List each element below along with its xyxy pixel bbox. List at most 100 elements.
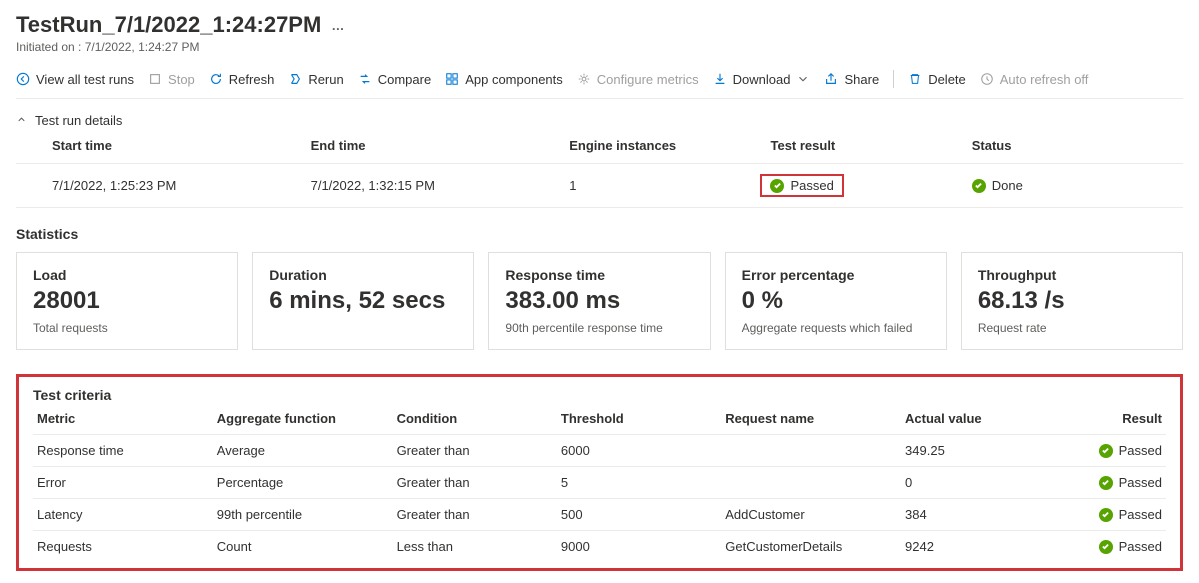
criteria-threshold: 5 (561, 475, 715, 490)
compare-button[interactable]: Compare (358, 72, 431, 87)
criteria-condition: Less than (397, 539, 551, 554)
stat-value: 0 % (742, 287, 930, 315)
check-circle-icon (1099, 476, 1113, 490)
criteria-condition: Greater than (397, 475, 551, 490)
toolbar-divider (893, 70, 894, 88)
cell-start-time: 7/1/2022, 1:25:23 PM (52, 174, 301, 197)
gear-icon (577, 72, 591, 86)
check-circle-icon (972, 179, 986, 193)
auto-refresh-button: Auto refresh off (980, 72, 1089, 87)
criteria-header-threshold: Threshold (561, 411, 715, 426)
criteria-threshold: 500 (561, 507, 715, 522)
criteria-header-row: Metric Aggregate function Condition Thre… (33, 403, 1166, 435)
criteria-threshold: 9000 (561, 539, 715, 554)
refresh-button[interactable]: Refresh (209, 72, 275, 87)
test-run-details-section: Test run details Start time End time Eng… (16, 113, 1183, 208)
criteria-request-name (725, 443, 895, 458)
criteria-aggregate: 99th percentile (217, 507, 387, 522)
check-circle-icon (1099, 508, 1113, 522)
rerun-button[interactable]: Rerun (288, 72, 343, 87)
criteria-metric: Requests (37, 539, 207, 554)
header-status: Status (972, 138, 1163, 153)
cell-test-result: Passed (760, 174, 843, 197)
details-header-row: Start time End time Engine instances Tes… (16, 128, 1183, 164)
rerun-label: Rerun (308, 72, 343, 87)
criteria-row: ErrorPercentageGreater than50Passed (33, 467, 1166, 499)
status-value: Done (992, 178, 1023, 193)
criteria-header-condition: Condition (397, 411, 551, 426)
stat-desc: Total requests (33, 321, 221, 335)
share-button[interactable]: Share (824, 72, 879, 87)
stat-desc: Aggregate requests which failed (742, 321, 930, 335)
stat-label: Duration (269, 267, 457, 283)
refresh-icon (209, 72, 223, 86)
chevron-down-icon (796, 72, 810, 86)
criteria-metric: Error (37, 475, 207, 490)
criteria-actual-value: 349.25 (905, 443, 1044, 458)
refresh-label: Refresh (229, 72, 275, 87)
stat-card: Throughput 68.13 /s Request rate (961, 252, 1183, 350)
stat-label: Response time (505, 267, 693, 283)
cell-end-time: 7/1/2022, 1:32:15 PM (311, 174, 560, 197)
criteria-metric: Latency (37, 507, 207, 522)
stop-button: Stop (148, 72, 195, 87)
criteria-aggregate: Count (217, 539, 387, 554)
more-actions-button[interactable]: … (331, 18, 345, 33)
stat-label: Load (33, 267, 221, 283)
section-label: Test run details (35, 113, 122, 128)
trash-icon (908, 72, 922, 86)
criteria-condition: Greater than (397, 507, 551, 522)
cell-engine-instances: 1 (569, 174, 760, 197)
test-result-value: Passed (790, 178, 833, 193)
cell-status: Done (972, 174, 1163, 197)
criteria-result: Passed (1054, 475, 1162, 490)
statistics-title: Statistics (16, 226, 1183, 242)
app-components-button[interactable]: App components (445, 72, 563, 87)
share-icon (824, 72, 838, 86)
stat-value: 6 mins, 52 secs (269, 287, 457, 315)
view-all-label: View all test runs (36, 72, 134, 87)
criteria-row: Response timeAverageGreater than6000349.… (33, 435, 1166, 467)
download-button[interactable]: Download (713, 72, 811, 87)
download-icon (713, 72, 727, 86)
stat-card: Duration 6 mins, 52 secs (252, 252, 474, 350)
test-run-details-toggle[interactable]: Test run details (16, 113, 122, 128)
stat-card: Load28001Total requests (16, 252, 238, 350)
criteria-row: Requests Count Less than 9000 GetCustomerDet… (33, 531, 1166, 562)
criteria-request-name: AddCustomer (725, 507, 895, 522)
test-criteria-section: Test criteria Metric Aggregate function … (16, 374, 1183, 571)
initiated-on-text: Initiated on : 7/1/2022, 1:24:27 PM (16, 40, 1183, 54)
delete-button[interactable]: Delete (908, 72, 966, 87)
components-icon (445, 72, 459, 86)
criteria-aggregate: Percentage (217, 475, 387, 490)
criteria-header-metric: Metric (37, 411, 207, 426)
stat-label: Error percentage (742, 267, 930, 283)
stat-desc: Request rate (978, 321, 1166, 335)
test-criteria-title: Test criteria (33, 387, 1166, 403)
toolbar: View all test runs Stop Refresh Rerun Co… (16, 64, 1183, 99)
arrow-left-circle-icon (16, 72, 30, 86)
stat-desc: 90th percentile response time (505, 321, 693, 335)
stat-card: Response time383.00 ms90th percentile re… (488, 252, 710, 350)
compare-label: Compare (378, 72, 431, 87)
auto-refresh-label: Auto refresh off (1000, 72, 1089, 87)
criteria-header-actual-value: Actual value (905, 411, 1044, 426)
stat-label: Throughput (978, 267, 1166, 283)
header-start-time: Start time (52, 138, 301, 153)
share-label: Share (844, 72, 879, 87)
stat-card: Error percentage 0 % Aggregate requests wh… (725, 252, 947, 350)
compare-icon (358, 72, 372, 86)
criteria-metric: Response time (37, 443, 207, 458)
stat-value: 68.13 /s (978, 287, 1166, 315)
view-all-test-runs-button[interactable]: View all test runs (16, 72, 134, 87)
criteria-actual-value: 9242 (905, 539, 1044, 554)
criteria-request-name: GetCustomerDetails (725, 539, 895, 554)
criteria-row: Latency 99th percentile Greater than 500 Add… (33, 499, 1166, 531)
rerun-icon (288, 72, 302, 86)
criteria-result: Passed (1054, 507, 1162, 522)
header-end-time: End time (311, 138, 560, 153)
criteria-aggregate: Average (217, 443, 387, 458)
criteria-threshold: 6000 (561, 443, 715, 458)
delete-label: Delete (928, 72, 966, 87)
chevron-up-icon (16, 113, 27, 128)
